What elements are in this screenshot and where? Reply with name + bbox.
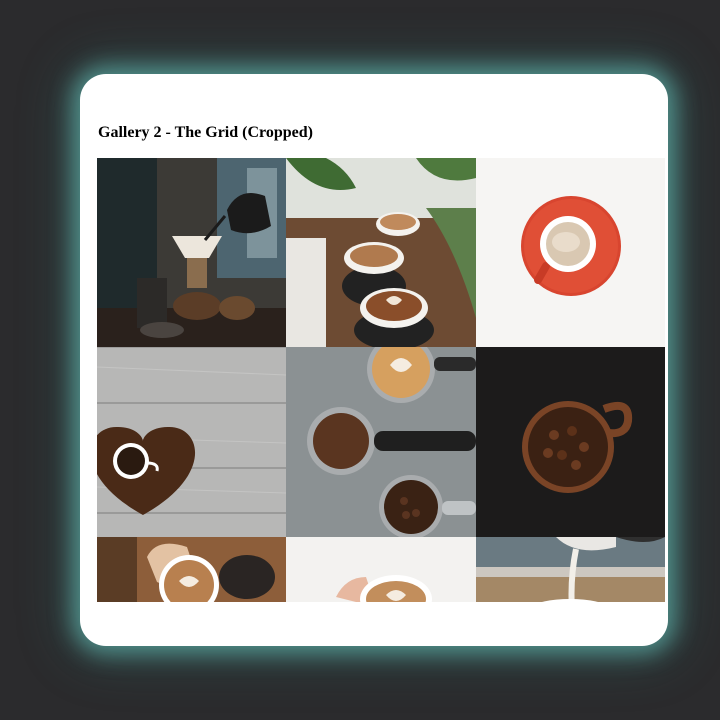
photo-pour-over[interactable] [97, 158, 286, 347]
portafilters-image [286, 347, 476, 537]
photo-latte-art[interactable] [286, 537, 476, 602]
photo-bean-cup[interactable] [476, 347, 665, 537]
hands-latte-image [97, 537, 286, 602]
photo-cafe-table[interactable] [286, 158, 476, 347]
bean-cup-image [476, 347, 665, 537]
red-cup-image [476, 158, 665, 347]
photo-red-cup[interactable] [476, 158, 665, 347]
photo-bean-heart[interactable] [97, 347, 286, 537]
photo-hands-latte[interactable] [97, 537, 286, 602]
photo-portafilters[interactable] [286, 347, 476, 537]
milk-pour-image [476, 537, 665, 602]
latte-art-image [286, 537, 476, 602]
gallery-card: Gallery 2 - The Grid (Cropped) [80, 74, 668, 646]
bean-heart-image [97, 347, 286, 537]
cafe-table-image [286, 158, 476, 347]
photo-milk-pour[interactable] [476, 537, 665, 602]
photo-grid [97, 158, 665, 602]
pour-over-image [97, 158, 286, 347]
gallery-title: Gallery 2 - The Grid (Cropped) [98, 124, 313, 141]
